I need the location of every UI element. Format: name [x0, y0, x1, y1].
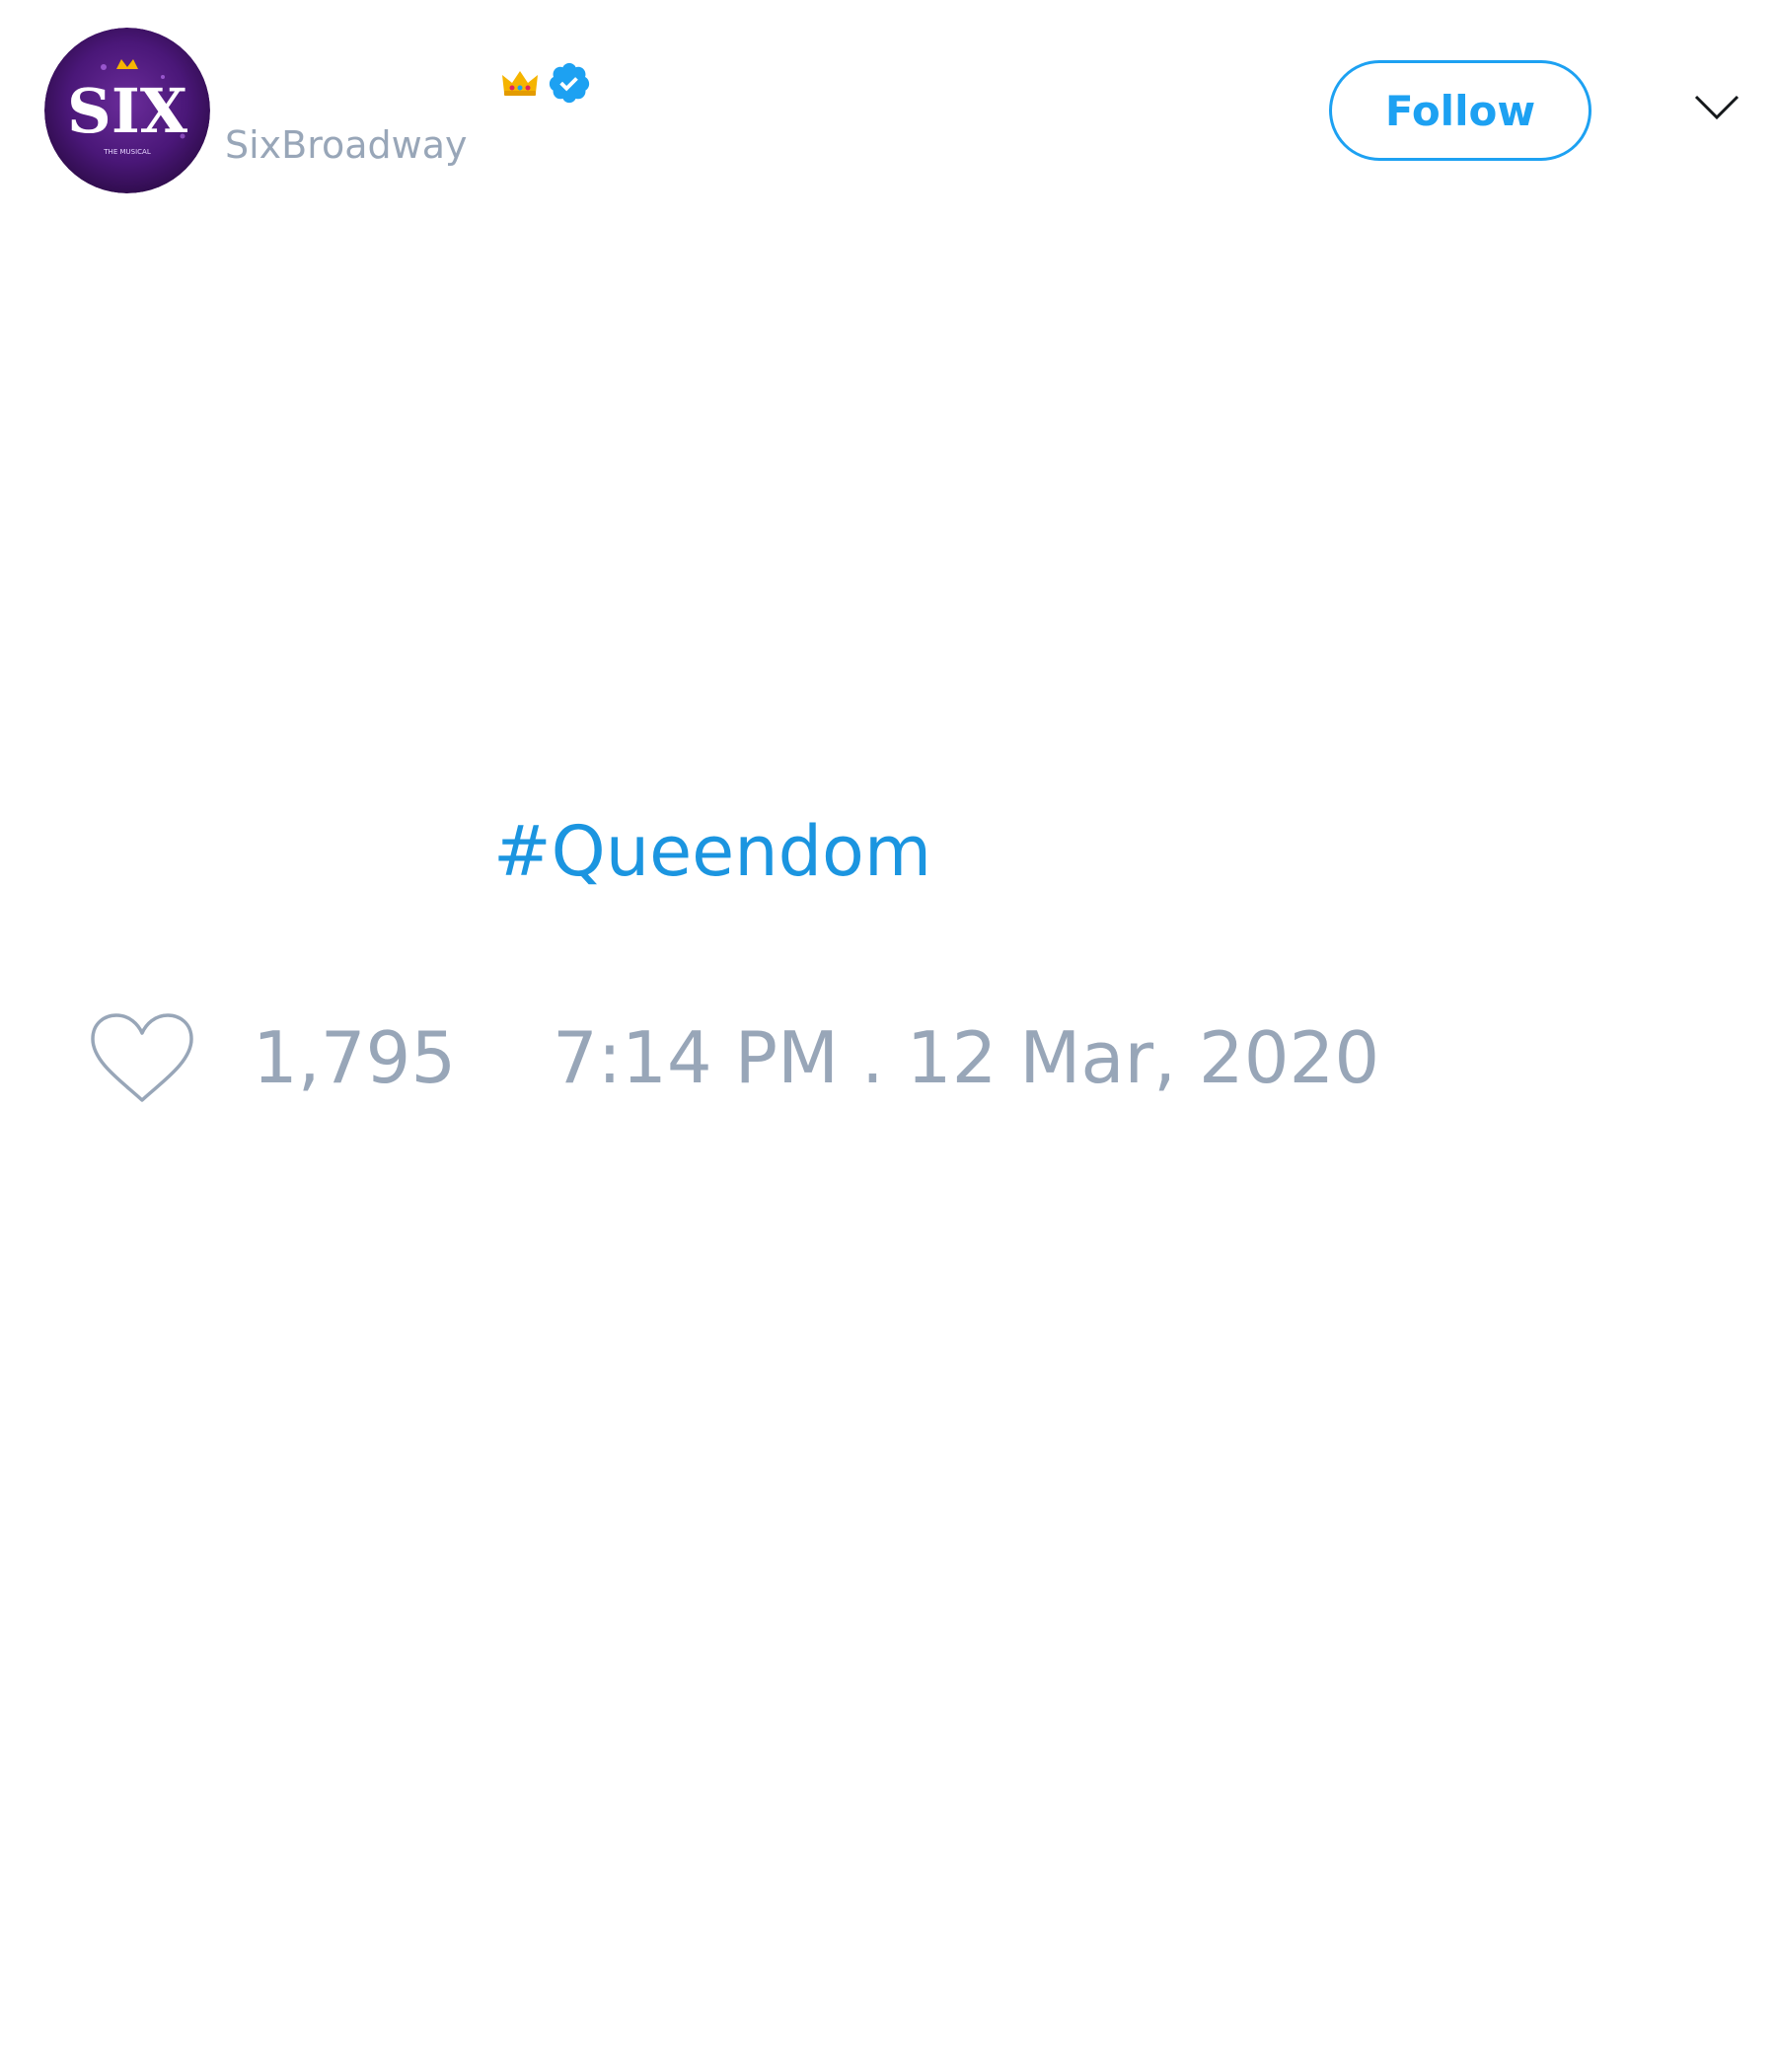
avatar[interactable]: SIX THE MUSICAL [44, 28, 210, 193]
avatar-subtext: THE MUSICAL [103, 148, 151, 156]
chevron-down-icon[interactable] [1693, 93, 1740, 122]
like-count: 1,795 [253, 1016, 457, 1099]
author-name-row[interactable] [493, 59, 592, 107]
avatar-logo-text: SIX [67, 75, 188, 147]
hashtag-link[interactable]: #Queendom [493, 817, 931, 886]
author-handle[interactable]: SixBroadway [225, 126, 468, 164]
heart-icon[interactable] [89, 1011, 195, 1106]
six-logo-avatar: SIX THE MUSICAL [44, 28, 210, 193]
verified-badge-icon [549, 62, 590, 104]
follow-button[interactable]: Follow [1329, 60, 1591, 161]
crown-emoji-icon [502, 71, 538, 96]
tweet-timestamp[interactable]: 7:14 PM . 12 Mar, 2020 [553, 1022, 1379, 1093]
